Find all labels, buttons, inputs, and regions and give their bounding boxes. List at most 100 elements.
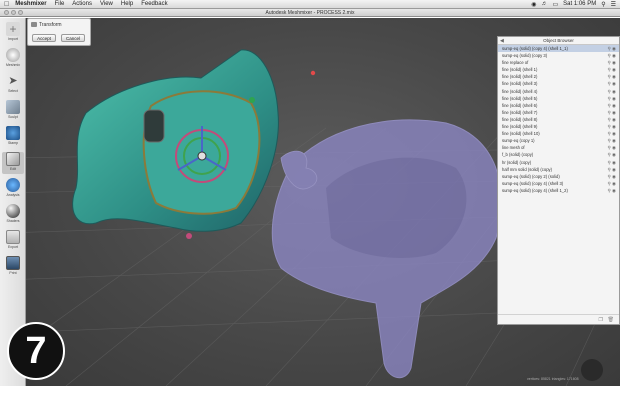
object-name: sump-eq (solid) (copy 4) (shell 1_1) (502, 46, 568, 51)
object-name: line mesh of (502, 145, 525, 151)
status-text: vertices: 85821 triangles: 171608 (527, 377, 579, 381)
sculpt-tool[interactable]: Sculpt (2, 100, 24, 122)
visibility-eye-icon[interactable]: ⚲ ◉ (608, 187, 616, 194)
object-name: fine (solid) (shell 1) (502, 67, 538, 73)
visibility-eye-icon[interactable]: ⚲ ◉ (608, 130, 616, 137)
object-list-item[interactable]: fine (solid) (shell 9) ⚲ ◉ (498, 123, 619, 130)
export-tool[interactable]: Export (2, 230, 24, 252)
clock[interactable]: Sat 1:06 PM (563, 1, 596, 7)
object-list-item[interactable]: line mesh of ⚲ ◉ (498, 144, 619, 151)
list-icon[interactable]: ☰ (611, 1, 616, 8)
apple-menu-icon[interactable]:  (4, 1, 9, 8)
export-icon (6, 230, 20, 244)
object-list-item[interactable]: fine (solid) (shell 10) ⚲ ◉ (498, 130, 619, 137)
trash-icon[interactable]: 🗑 (608, 317, 614, 323)
object-list-item[interactable]: fine (solid) (shell 8) ⚲ ◉ (498, 116, 619, 123)
visibility-eye-icon[interactable]: ⚲ ◉ (608, 66, 616, 73)
search-icon[interactable]: ⚲ (601, 1, 605, 8)
object-list-item[interactable]: fine (solid) (shell 5) ⚲ ◉ (498, 95, 619, 102)
object-list-item[interactable]: fine (solid) (shell 2) ⚲ ◉ (498, 73, 619, 80)
visibility-eye-icon[interactable]: ⚲ ◉ (608, 173, 616, 180)
visibility-eye-icon[interactable]: ⚲ ◉ (608, 144, 616, 151)
object-name: sump-eq (solid) (copy 3) (502, 53, 548, 59)
object-list: sump-eq (solid) (copy 4) (shell 1_1) ⚲ ◉ s… (498, 45, 619, 194)
plus-icon: + (6, 22, 20, 36)
window-controls (4, 10, 25, 15)
duplicate-icon[interactable]: ❐ (599, 317, 603, 323)
sphere-icon (6, 204, 20, 218)
collapse-arrow-icon[interactable]: ◀ (500, 37, 504, 45)
object-list-item[interactable]: half mm solid (solid) (copy) ⚲ ◉ (498, 166, 619, 173)
selected-mesh-object (72, 49, 279, 239)
meshmix-tool[interactable]: Meshmix (2, 48, 24, 70)
stamp-tool[interactable]: Stamp (2, 126, 24, 148)
visibility-eye-icon[interactable]: ⚲ ◉ (608, 102, 616, 109)
status-icons: ◉ ♬ ▭ Sat 1:06 PM ⚲ ☰ (526, 1, 620, 8)
object-name: fine (solid) (shell 8) (502, 116, 538, 122)
import-tool[interactable]: + Import (2, 22, 24, 44)
object-list-item[interactable]: sump-eq (solid) (copy 4) (shell 1_1) ⚲ ◉ (498, 45, 619, 53)
wifi-icon[interactable]: ◉ (531, 1, 536, 8)
object-list-item[interactable]: fine (solid) (shell 3) ⚲ ◉ (498, 80, 619, 87)
visibility-eye-icon[interactable]: ⚲ ◉ (608, 180, 616, 187)
analysis-tool[interactable]: Analysis (2, 178, 24, 200)
visibility-eye-icon[interactable]: ⚲ ◉ (608, 109, 616, 116)
volume-icon[interactable]: ♬ (542, 1, 548, 7)
visibility-eye-icon[interactable]: ⚲ ◉ (608, 73, 616, 80)
meshmix-icon (6, 48, 20, 62)
menu-help[interactable]: Help (121, 1, 133, 7)
object-list-item[interactable]: sump-eq (copy 1) ⚲ ◉ (498, 137, 619, 144)
visibility-eye-icon[interactable]: ⚲ ◉ (608, 123, 616, 130)
object-name: sump-eq (solid) (copy 4) (shell 1_2) (502, 187, 568, 193)
close-window-button[interactable] (4, 10, 9, 15)
ghost-mesh-object (271, 119, 503, 378)
object-list-item[interactable]: fine (solid) (shell 1) ⚲ ◉ (498, 66, 619, 73)
object-list-item[interactable]: sump-eq (solid) (copy 3) ⚲ ◉ (498, 52, 619, 59)
print-tool[interactable]: Print (2, 256, 24, 278)
visibility-eye-icon[interactable]: ⚲ ◉ (608, 95, 616, 102)
object-browser-title: Object Browser (543, 38, 574, 43)
object-browser-footer: ❐ 🗑 (498, 314, 619, 324)
select-tool[interactable]: ➤ Select (2, 74, 24, 96)
object-list-item[interactable]: fine (solid) (shell 6) ⚲ ◉ (498, 102, 619, 109)
accept-button[interactable]: Accept (32, 34, 56, 42)
step-number-badge: 7 (7, 322, 65, 380)
visibility-eye-icon[interactable]: ⚲ ◉ (608, 59, 616, 66)
menu-actions[interactable]: Actions (72, 1, 92, 7)
menu-feedback[interactable]: Feedback (141, 1, 167, 7)
object-name: half mm solid (solid) (copy) (502, 166, 553, 172)
edit-tool[interactable]: Edit (2, 152, 24, 174)
object-list-item[interactable]: sump-eq (solid) (copy 4) (shell 1_2) ⚲ ◉ (498, 187, 619, 194)
zoom-window-button[interactable] (18, 10, 23, 15)
battery-icon[interactable]: ▭ (553, 1, 559, 8)
object-list-item[interactable]: fine (solid) (shell 7) ⚲ ◉ (498, 109, 619, 116)
visibility-eye-icon[interactable]: ⚲ ◉ (608, 151, 616, 158)
object-list-item[interactable]: f_b (solid) (copy) ⚲ ◉ (498, 151, 619, 158)
menu-app-name[interactable]: Meshmixer (15, 1, 46, 7)
visibility-eye-icon[interactable]: ⚲ ◉ (608, 137, 616, 144)
visibility-eye-icon[interactable]: ⚲ ◉ (608, 52, 616, 59)
transform-title: Transform (39, 22, 62, 28)
globe-icon (6, 178, 20, 192)
object-list-item[interactable]: fine (solid) (shell 4) ⚲ ◉ (498, 88, 619, 95)
object-name: sump-eq (copy 1) (502, 138, 535, 144)
visibility-eye-icon[interactable]: ⚲ ◉ (608, 88, 616, 95)
menu-view[interactable]: View (100, 1, 113, 7)
object-list-item[interactable]: hr (solid) (copy) ⚲ ◉ (498, 159, 619, 166)
menu-file[interactable]: File (55, 1, 65, 7)
object-list-item[interactable]: sump-eq (solid) (copy 4) (shell 3) ⚲ ◉ (498, 180, 619, 187)
object-list-item[interactable]: sump-eq (solid) (copy 2) (solid) ⚲ ◉ (498, 173, 619, 180)
cancel-button[interactable]: Cancel (61, 34, 85, 42)
visibility-eye-icon[interactable]: ⚲ ◉ (608, 159, 616, 166)
menu-bar:  Meshmixer File Actions View Help Feedb… (0, 0, 620, 9)
brush-icon (6, 100, 20, 114)
window-title-bar: Autodesk Meshmixer - PROCESS 2.mix (0, 9, 620, 17)
minimize-window-button[interactable] (11, 10, 16, 15)
visibility-eye-icon[interactable]: ⚲ ◉ (608, 80, 616, 87)
shaders-tool[interactable]: Shaders (2, 204, 24, 226)
visibility-eye-icon[interactable]: ⚲ ◉ (608, 45, 616, 52)
visibility-eye-icon[interactable]: ⚲ ◉ (608, 116, 616, 123)
object-list-item[interactable]: fine replace of ⚲ ◉ (498, 59, 619, 66)
object-browser-panel: ◀ Object Browser sump-eq (solid) (copy 4… (497, 36, 620, 325)
visibility-eye-icon[interactable]: ⚲ ◉ (608, 166, 616, 173)
